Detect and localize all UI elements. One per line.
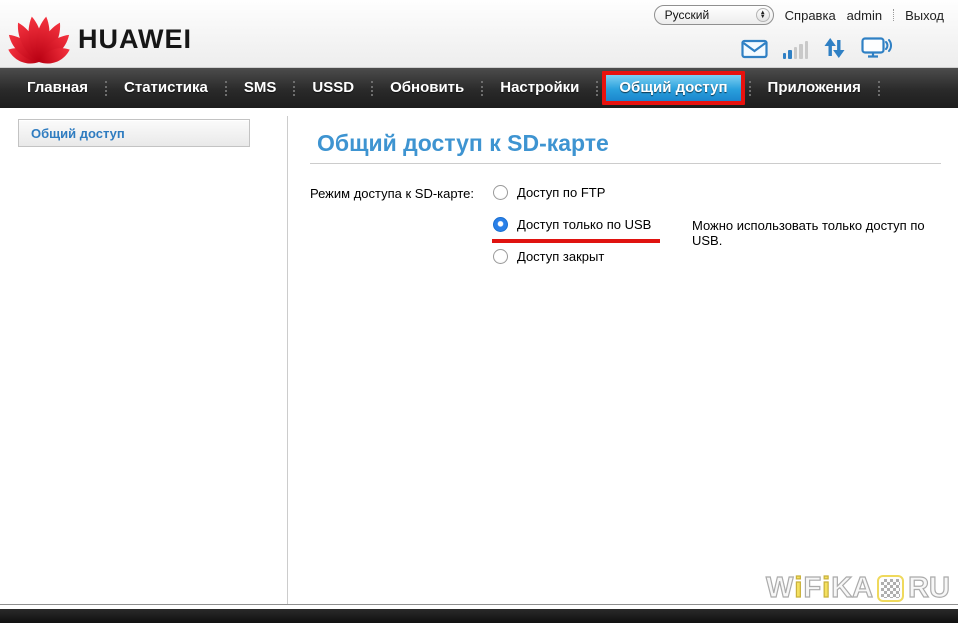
nav-item-home[interactable]: Главная (10, 68, 105, 108)
content-divider (287, 116, 288, 604)
huawei-flower-icon (8, 6, 70, 64)
radio-option-label[interactable]: Доступ только по USB (517, 217, 651, 232)
huawei-logo: HUAWEI (8, 6, 192, 64)
main-nav: Главная Статистика SMS USSD Обновить Нас… (0, 68, 958, 108)
watermark-letter: F (803, 572, 821, 605)
brand-name: HUAWEI (78, 24, 192, 55)
title-rule (310, 163, 941, 164)
nav-item-sms[interactable]: SMS (227, 68, 294, 108)
router-admin-page: HUAWEI Русский ▲▼ Справка admin Выход (0, 0, 958, 623)
wifika-watermark: W i F i KA RU (766, 572, 950, 605)
nav-item-sharing-active[interactable]: Общий доступ (602, 71, 744, 105)
device-wifi-icon (861, 37, 892, 59)
radio-icon[interactable] (493, 185, 508, 200)
nav-item-apps[interactable]: Приложения (751, 68, 878, 108)
mail-icon (741, 39, 768, 59)
status-icon-row (741, 37, 893, 59)
header: HUAWEI Русский ▲▼ Справка admin Выход (0, 0, 958, 68)
traffic-arrows-icon (823, 37, 846, 59)
watermark-letter: RU (908, 572, 950, 605)
radio-option-ftp[interactable]: Доступ по FTP (493, 185, 605, 200)
radio-option-label[interactable]: Доступ по FTP (517, 185, 605, 200)
select-stepper-icon: ▲▼ (756, 8, 770, 22)
nav-item-update[interactable]: Обновить (373, 68, 481, 108)
language-select-value: Русский (665, 8, 710, 22)
watermark-letter: i (794, 572, 802, 605)
header-links: Русский ▲▼ Справка admin Выход (654, 5, 944, 25)
sd-mode-label: Режим доступа к SD-карте: (310, 186, 474, 201)
username-label: admin (847, 8, 882, 23)
radio-icon[interactable] (493, 249, 508, 264)
nav-item-statistics[interactable]: Статистика (107, 68, 225, 108)
logout-link[interactable]: Выход (905, 8, 944, 23)
watermark-letter: i (822, 572, 830, 605)
radio-checked-icon[interactable] (493, 217, 508, 232)
radio-option-closed[interactable]: Доступ закрыт (493, 249, 604, 264)
annotation-underline (492, 239, 660, 243)
nav-item-settings[interactable]: Настройки (483, 68, 596, 108)
nav-item-ussd[interactable]: USSD (295, 68, 371, 108)
radio-option-usb-only[interactable]: Доступ только по USB (493, 217, 651, 232)
bottom-bar (0, 609, 958, 623)
radio-option-label[interactable]: Доступ закрыт (517, 249, 604, 264)
separator (893, 9, 894, 21)
nav-separator (878, 81, 880, 96)
help-link[interactable]: Справка (785, 8, 836, 23)
watermark-letter: W (766, 572, 793, 605)
language-select[interactable]: Русский ▲▼ (654, 5, 774, 25)
sidebar-item-sharing[interactable]: Общий доступ (18, 119, 250, 147)
sidebar-item-label: Общий доступ (31, 126, 125, 141)
page-title: Общий доступ к SD-карте (317, 130, 609, 157)
signal-strength-icon (783, 40, 809, 59)
footer-rule (0, 604, 958, 605)
qr-code-icon (877, 575, 904, 602)
usb-only-note: Можно использовать только доступ по USB. (692, 218, 958, 248)
watermark-letter: KA (831, 572, 873, 605)
nav-separator (596, 81, 598, 96)
